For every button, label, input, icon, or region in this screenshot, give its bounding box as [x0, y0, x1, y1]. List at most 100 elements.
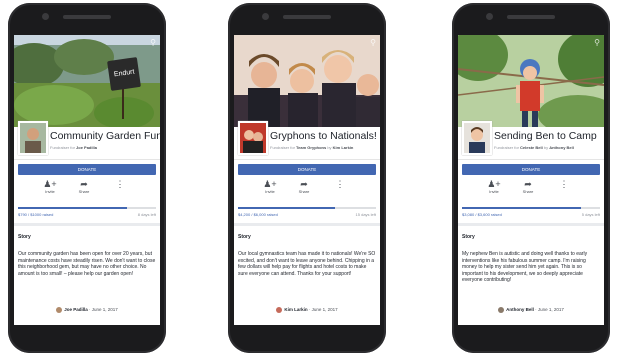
author-name[interactable]: Kim Larkin	[284, 307, 307, 312]
post-date: · June 1, 2017	[89, 307, 118, 313]
more-options-button[interactable]: ⋮	[108, 179, 132, 189]
phone-3: ⚲ Sending Ben to Camp Fundraiser for Cel…	[452, 3, 610, 353]
divider	[234, 223, 380, 226]
screen: Endurt ⚲ Community Garden Fund Fundraise…	[14, 35, 160, 325]
screen: ⚲ Gryphons to Nationals! Fundraiser for …	[234, 35, 380, 325]
fundraiser-thumbnail	[462, 121, 492, 155]
speaker	[507, 15, 555, 19]
share-label: Share	[298, 189, 310, 194]
more-options-button[interactable]: ⋮	[328, 179, 352, 189]
donate-button[interactable]: DONATE	[462, 164, 600, 175]
cover-photo: Endurt ⚲	[14, 35, 160, 127]
action-bar: ♟+ Invite ➦ Share ⋮	[458, 175, 604, 201]
more-vert-icon: ⋮	[559, 179, 569, 189]
author-footer: Kim Larkin · June 1, 2017	[234, 307, 380, 313]
phone-1: Endurt ⚲ Community Garden Fund Fundraise…	[8, 3, 166, 353]
fundraiser-thumbnail	[18, 121, 48, 155]
cover-photo: ⚲	[234, 35, 380, 127]
search-icon[interactable]: ⚲	[150, 38, 156, 47]
cover-photo: ⚲	[458, 35, 604, 127]
invite-label: Invite	[45, 189, 55, 194]
phone-2: ⚲ Gryphons to Nationals! Fundraiser for …	[228, 3, 386, 353]
search-icon[interactable]: ⚲	[370, 38, 376, 47]
search-icon[interactable]: ⚲	[594, 38, 600, 47]
camera	[42, 13, 49, 20]
more-vert-icon: ⋮	[115, 179, 125, 189]
share-button[interactable]: ➦ Share	[516, 179, 540, 194]
action-bar: ♟+ Invite ➦ Share ⋮	[234, 175, 380, 201]
fundraiser-title: Gryphons to Nationals!	[270, 130, 377, 142]
author-avatar	[56, 307, 63, 313]
fundraiser-header: Community Garden Fund Fundraiser for Joe…	[14, 121, 160, 160]
invite-button[interactable]: ♟+ Invite	[38, 179, 62, 194]
days-left: 5 days left	[581, 212, 600, 217]
divider	[458, 223, 604, 226]
share-arrow-icon: ➦	[80, 179, 88, 189]
raised-row: $4,200 / $6,000 raised 15 days left	[238, 209, 376, 221]
author-footer: Joe Padilla · June 1, 2017	[14, 307, 160, 313]
invite-button[interactable]: ♟+ Invite	[482, 179, 506, 194]
byline: Fundraiser for Team Gryphons by Kim Lark…	[270, 145, 353, 150]
raised-amount: $3,080 / $3,600 raised	[462, 212, 502, 217]
fundraiser-title: Community Garden Fund	[50, 130, 160, 142]
beneficiary-name[interactable]: Celeste Bell	[520, 145, 543, 150]
post-date: · June 1, 2017	[308, 307, 338, 313]
share-arrow-icon: ➦	[524, 179, 532, 189]
story-heading: Story	[238, 234, 251, 240]
speaker	[63, 15, 111, 19]
post-date: · June 1, 2017	[535, 307, 564, 313]
screen: ⚲ Sending Ben to Camp Fundraiser for Cel…	[458, 35, 604, 325]
story-text: Our local gymnastics team has made it to…	[238, 251, 376, 277]
raised-row: $3,080 / $3,600 raised 5 days left	[462, 209, 600, 221]
author-avatar	[276, 307, 283, 313]
fundraiser-title: Sending Ben to Camp	[494, 130, 597, 142]
byline-by: by	[543, 145, 549, 150]
invite-button[interactable]: ♟+ Invite	[258, 179, 282, 194]
more-options-button[interactable]: ⋮	[552, 179, 576, 189]
organizer-name[interactable]: Kim Larkin	[333, 145, 354, 150]
fundraiser-header: Gryphons to Nationals! Fundraiser for Te…	[234, 121, 380, 160]
byline-prefix: Fundraiser for	[494, 145, 519, 150]
author-name[interactable]: Joe Padilla	[64, 307, 88, 312]
byline-by: by	[327, 145, 332, 150]
invite-label: Invite	[265, 189, 275, 194]
raised-row: $790 / $1000 raised 8 days left	[18, 209, 156, 221]
add-person-icon: ♟+	[43, 179, 57, 189]
fundraiser-header: Sending Ben to Camp Fundraiser for Celes…	[458, 121, 604, 160]
more-vert-icon: ⋮	[335, 179, 345, 189]
invite-label: Invite	[489, 189, 499, 194]
story-text: My nephew Ben is autistic and doing well…	[462, 251, 588, 284]
author-avatar	[498, 307, 505, 313]
byline: Fundraiser for Joe Padilla	[50, 145, 97, 150]
beneficiary-name[interactable]: Joe Padilla	[76, 145, 97, 150]
camera	[486, 13, 493, 20]
byline: Fundraiser for Celeste Bell by Anthony B…	[494, 145, 574, 150]
share-button[interactable]: ➦ Share	[72, 179, 96, 194]
beneficiary-name[interactable]: Team Gryphons	[296, 145, 326, 150]
days-left: 8 days left	[137, 212, 156, 217]
byline-prefix: Fundraiser for	[50, 145, 75, 150]
add-person-icon: ♟+	[487, 179, 501, 189]
story-text: Our community garden has been open for o…	[18, 251, 156, 277]
donate-button[interactable]: DONATE	[238, 164, 376, 175]
author-name[interactable]: Anthony Bell	[506, 307, 534, 312]
raised-amount: $790 / $1000 raised	[18, 212, 54, 217]
action-bar: ♟+ Invite ➦ Share ⋮	[14, 175, 160, 201]
story-heading: Story	[18, 234, 31, 240]
add-person-icon: ♟+	[263, 179, 277, 189]
share-label: Share	[78, 189, 90, 194]
story-heading: Story	[462, 234, 475, 240]
organizer-name[interactable]: Anthony Bell	[549, 145, 574, 150]
speaker	[283, 15, 331, 19]
share-label: Share	[522, 189, 534, 194]
author-footer: Anthony Bell · June 1, 2017	[458, 307, 604, 313]
share-button[interactable]: ➦ Share	[292, 179, 316, 194]
byline-prefix: Fundraiser for	[270, 145, 295, 150]
divider	[14, 223, 160, 226]
share-arrow-icon: ➦	[300, 179, 308, 189]
fundraiser-thumbnail	[238, 121, 268, 155]
days-left: 15 days left	[355, 212, 376, 217]
raised-amount: $4,200 / $6,000 raised	[238, 212, 278, 217]
donate-button[interactable]: DONATE	[18, 164, 156, 175]
camera	[262, 13, 269, 20]
